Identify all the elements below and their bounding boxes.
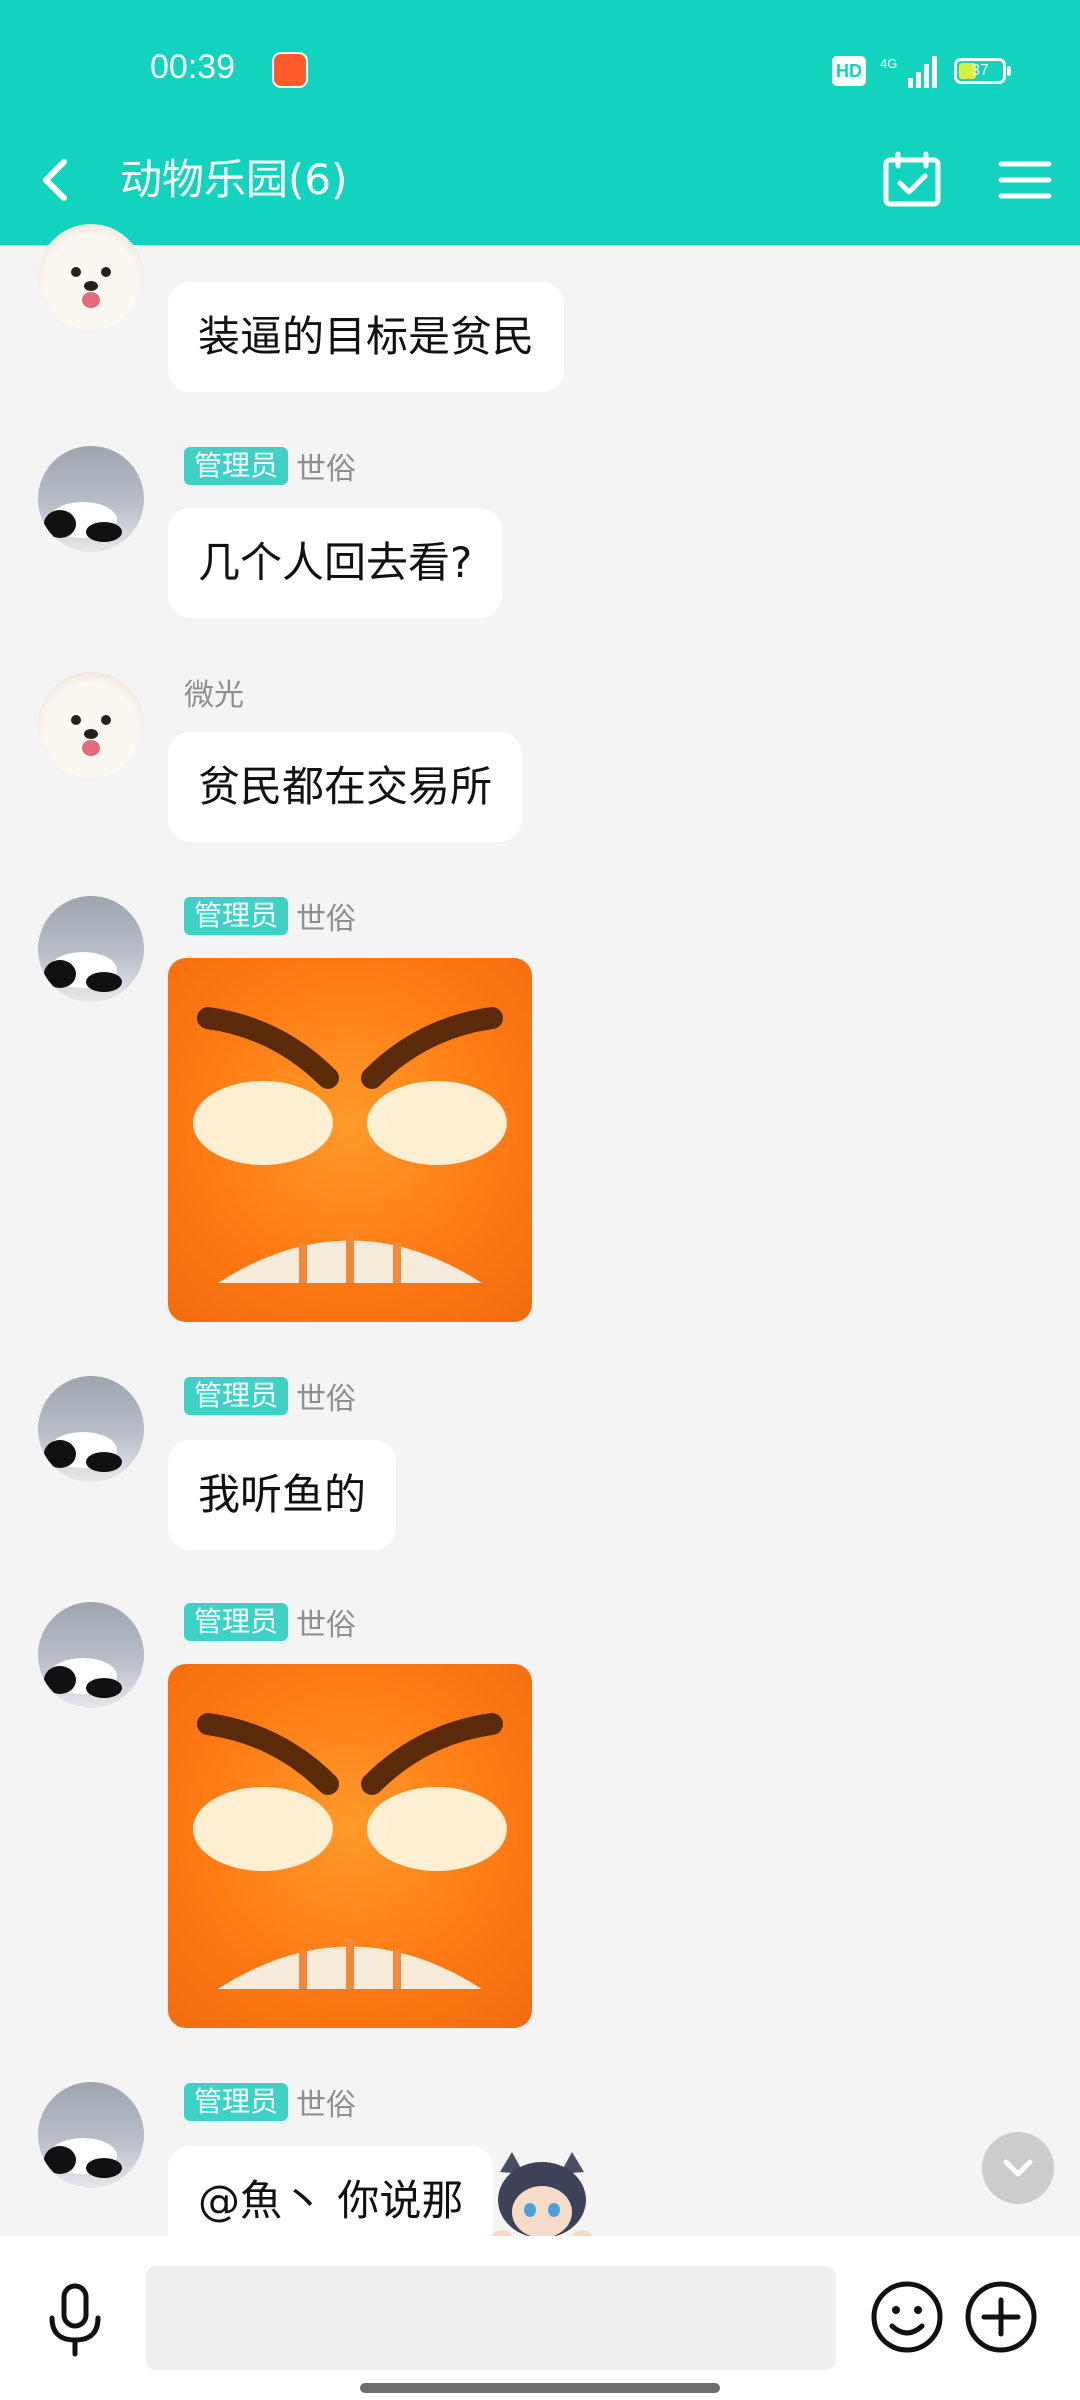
avatar[interactable] [38,672,144,778]
scroll-to-bottom-button[interactable] [982,2132,1054,2204]
message-text: 装逼的目标是贫民 [198,312,535,361]
message-meta: 微光 [184,670,244,714]
chat-header: 00:39 HD 4G 37 动物乐园(6) [0,0,1080,245]
status-bar: 00:39 HD 4G 37 [0,0,1080,140]
panda-avatar-icon [44,1658,122,1698]
menu-icon[interactable] [995,150,1055,210]
dog-avatar-icon [71,267,111,308]
avatar[interactable] [38,446,144,552]
message-meta: 管理员 世俗 [184,1374,356,1418]
avatar[interactable] [38,224,144,330]
message-text: 贫民都在交易所 [198,762,493,811]
message-text: 几个人回去看? [198,538,473,587]
status-time: 00:39 [150,48,236,86]
message-bubble[interactable]: 几个人回去看? [168,508,503,618]
message-meta: 管理员 世俗 [184,1600,356,1644]
message-text: @魚丶 你说那 [198,2176,464,2225]
message-meta: 管理员 世俗 [184,444,356,488]
angry-face-sticker[interactable] [168,1664,532,2028]
avatar[interactable] [38,896,144,1002]
home-indicator[interactable] [360,2383,720,2393]
battery-icon: 37 [954,58,1011,84]
message-bubble[interactable]: 装逼的目标是贫民 [168,282,565,392]
sender-name[interactable]: 世俗 [296,2080,356,2124]
sender-name[interactable]: 世俗 [296,1374,356,1418]
dog-avatar-icon [71,715,111,756]
sender-name[interactable]: 世俗 [296,444,356,488]
signal-icon: 4G [880,56,937,88]
page-title: 动物乐园(6) [120,155,348,204]
admin-badge: 管理员 [184,2083,289,2121]
network-label: 4G [880,56,897,71]
microphone-icon[interactable] [40,2280,110,2360]
avatar[interactable] [38,1602,144,1708]
admin-badge: 管理员 [184,897,289,935]
message-meta: 管理员 世俗 [184,2080,356,2124]
admin-badge: 管理员 [184,1377,289,1415]
emoji-icon[interactable] [870,2280,944,2354]
chevron-down-icon [1003,2159,1033,2177]
chevron-left-icon[interactable] [30,150,90,210]
message-bubble[interactable]: 我听鱼的 [168,1440,397,1550]
message-input[interactable] [146,2266,836,2370]
panda-avatar-icon [44,952,122,992]
admin-badge: 管理员 [184,447,289,485]
plus-icon[interactable] [964,2280,1038,2354]
battery-level: 37 [971,62,989,79]
calendar-check-icon[interactable] [880,150,944,210]
avatar[interactable] [38,2082,144,2188]
angry-face-sticker[interactable] [168,958,532,1322]
hd-icon: HD [832,56,866,86]
panda-avatar-icon [44,2138,122,2178]
admin-badge: 管理员 [184,1603,289,1641]
message-text: 我听鱼的 [198,1470,367,1519]
angry-face-icon [193,1007,507,1283]
panda-avatar-icon [44,502,122,542]
mascot-sticker-icon [492,2152,592,2240]
sender-name[interactable]: 微光 [184,670,244,714]
message-bubble[interactable]: 贫民都在交易所 [168,732,523,842]
sender-name[interactable]: 世俗 [296,1600,356,1644]
message-meta: 管理员 世俗 [184,894,356,938]
panda-avatar-icon [44,1432,122,1472]
avatar[interactable] [38,1376,144,1482]
angry-face-icon [193,1713,507,1989]
sender-name[interactable]: 世俗 [296,894,356,938]
app-notification-icon [272,52,308,88]
